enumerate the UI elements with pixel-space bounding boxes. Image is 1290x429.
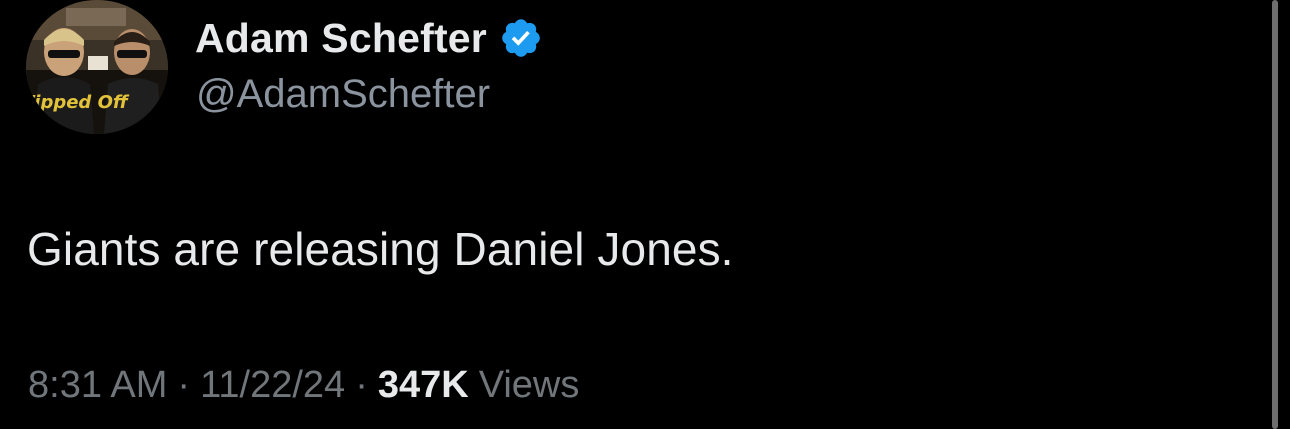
- verified-badge-icon: [499, 16, 543, 60]
- meta-separator: ·: [177, 364, 191, 406]
- avatar-image: Tipped Off: [26, 0, 168, 134]
- author-handle[interactable]: @AdamSchefter: [196, 72, 490, 117]
- scrollbar[interactable]: [1272, 0, 1278, 429]
- author-avatar[interactable]: Tipped Off: [26, 0, 168, 134]
- tweet-time[interactable]: 8:31 AM: [28, 364, 167, 407]
- tweet-date[interactable]: 11/22/24: [200, 364, 345, 407]
- meta-separator: ·: [355, 364, 368, 406]
- views-count: 347K: [377, 364, 469, 406]
- author-name-row: Adam Schefter: [195, 12, 543, 64]
- author-display-name[interactable]: Adam Schefter: [195, 15, 487, 62]
- views-label: Views: [478, 364, 580, 406]
- tweet-card: Tipped Off Adam Schefter @AdamSchefter G…: [0, 0, 1270, 429]
- tweet-text: Giants are releasing Daniel Jones.: [27, 223, 734, 275]
- avatar-logo-text: Tipped Off: [26, 92, 130, 113]
- tweet-meta: 8:31 AM · 11/22/24 · 347K Views: [28, 364, 579, 407]
